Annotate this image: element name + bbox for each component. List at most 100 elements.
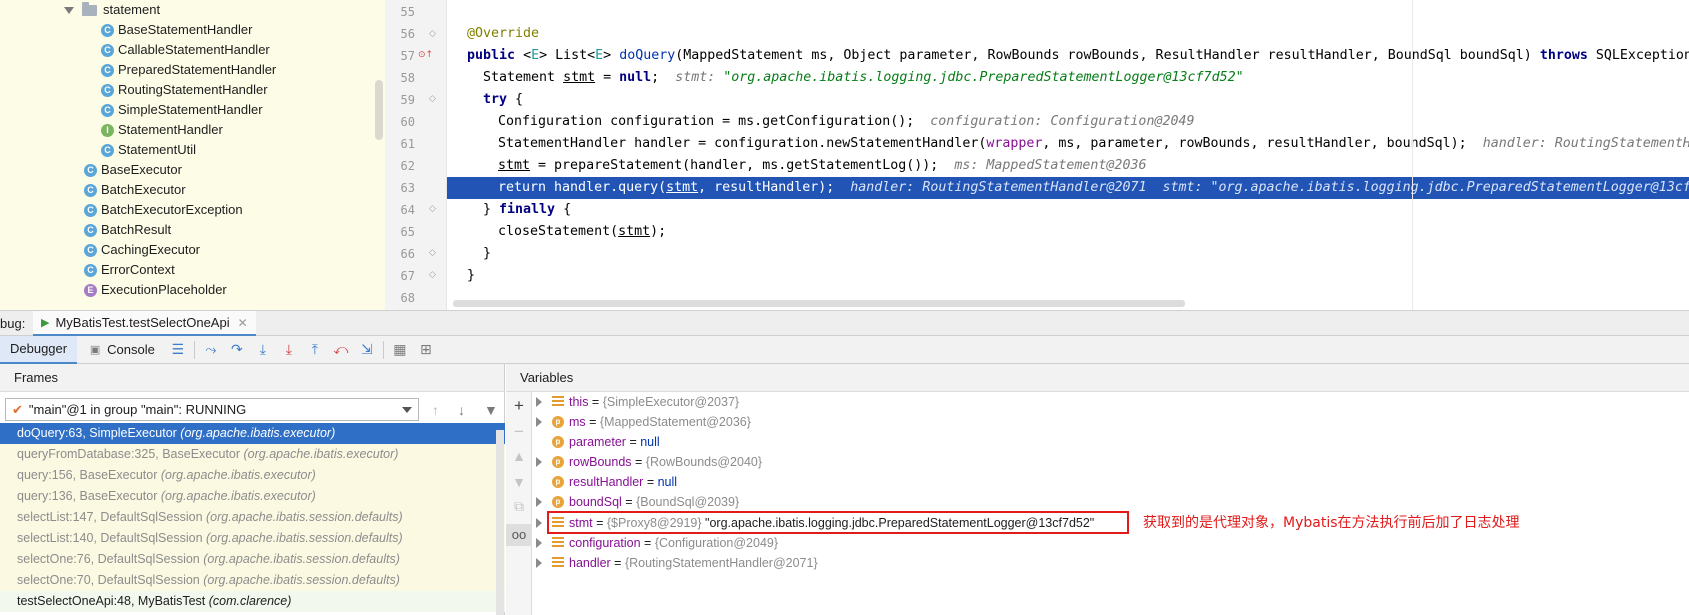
arrow-down-icon[interactable]: ▼	[506, 474, 532, 490]
tree-item[interactable]: C RoutingStatementHandler	[101, 80, 268, 100]
code-text: Configuration configuration = ms.getConf…	[498, 114, 915, 129]
expand-arrow-icon[interactable]	[536, 518, 542, 528]
variable-row[interactable]: p rowBounds = {RowBounds@2040}	[532, 452, 762, 472]
glasses-icon[interactable]: oo	[506, 524, 532, 546]
remove-watch-icon[interactable]: −	[506, 422, 532, 442]
tree-item[interactable]: C BatchExecutor	[84, 180, 186, 200]
variable-name: boundSql	[569, 495, 622, 509]
fold-icon[interactable]: ◇	[429, 248, 436, 258]
tree-item[interactable]: E ExecutionPlaceholder	[84, 280, 227, 300]
expand-arrow-icon[interactable]	[64, 6, 74, 14]
fold-icon[interactable]: ◇	[429, 204, 436, 214]
force-step-into-icon[interactable]: ⤓	[276, 339, 302, 361]
run-config-tab[interactable]: ▶ MyBatisTest.testSelectOneApi ✕	[33, 311, 256, 336]
variable-row[interactable]: p resultHandler = null	[532, 472, 677, 492]
variable-row[interactable]: p ms = {MappedStatement@2036}	[532, 412, 751, 432]
tree-item[interactable]: C ErrorContext	[84, 260, 175, 280]
expand-arrow-icon[interactable]	[536, 538, 542, 548]
tree-item[interactable]: C BatchExecutorException	[84, 200, 243, 220]
tree-item[interactable]: C BaseStatementHandler	[101, 20, 252, 40]
tree-scrollbar[interactable]	[375, 80, 383, 140]
tree-item[interactable]: C PreparedStatementHandler	[101, 60, 276, 80]
variable-value: null	[640, 435, 660, 449]
code-line-64: } finally {	[447, 199, 1689, 221]
frame-row[interactable]: query:136, BaseExecutor (org.apache.ibat…	[0, 486, 505, 507]
tab-console[interactable]: ▣ Console	[77, 336, 165, 364]
tree-item[interactable]: I StatementHandler	[101, 120, 223, 140]
frame-row[interactable]: queryFromDatabase:325, BaseExecutor (org…	[0, 444, 505, 465]
tree-folder-statement[interactable]: statement	[64, 0, 160, 20]
line-number: 58	[400, 71, 415, 85]
expand-arrow-icon[interactable]	[536, 397, 542, 407]
tree-item-label: BaseStatementHandler	[118, 22, 253, 37]
line-number: 61	[400, 137, 415, 151]
show-execution-point-icon[interactable]: ⤳	[198, 339, 224, 361]
variable-row[interactable]: this = {SimpleExecutor@2037}	[532, 392, 739, 412]
inline-hint: configuration: Configuration@2049	[930, 114, 1195, 129]
fold-icon[interactable]: ◇	[429, 94, 436, 104]
tree-item[interactable]: C BatchResult	[84, 220, 171, 240]
tab-debugger[interactable]: Debugger	[0, 335, 78, 364]
frame-row[interactable]: testSelectOneApi:48, MyBatisTest (com.cl…	[0, 591, 505, 612]
editor-horizontal-scrollbar[interactable]	[453, 300, 1185, 307]
fold-icon[interactable]: ◇	[429, 29, 436, 39]
debug-tab-bar: bug: ▶ MyBatisTest.testSelectOneApi ✕	[0, 310, 1689, 336]
tree-item[interactable]: C CallableStatementHandler	[101, 40, 270, 60]
tree-item-label: BatchExecutor	[101, 182, 186, 197]
frame-row[interactable]: selectOne:70, DefaultSqlSession (org.apa…	[0, 570, 505, 591]
code-editor[interactable]: @Override public <E> List<E> doQuery(Map…	[447, 0, 1689, 310]
variable-row[interactable]: p boundSql = {BoundSql@2039}	[532, 492, 739, 512]
keyword: public	[467, 48, 516, 63]
variable-row[interactable]: p parameter = null	[532, 432, 660, 452]
step-out-icon[interactable]: ⤒	[302, 339, 328, 361]
expand-arrow-icon[interactable]	[536, 457, 542, 467]
arrow-up-icon[interactable]: ▲	[506, 448, 532, 464]
variable-value: {BoundSql@2039}	[636, 495, 740, 509]
frame-row[interactable]: selectList:147, DefaultSqlSession (org.a…	[0, 507, 505, 528]
variable-icon	[552, 396, 564, 408]
frame-row[interactable]: selectOne:76, DefaultSqlSession (org.apa…	[0, 549, 505, 570]
tree-item-label: RoutingStatementHandler	[118, 82, 268, 97]
step-into-icon[interactable]: ⤓	[250, 339, 276, 361]
override-marker-icon[interactable]: ⊙↑	[418, 50, 433, 60]
layout-menu-icon[interactable]: ☰	[165, 339, 191, 361]
frame-row[interactable]: selectList:140, DefaultSqlSession (org.a…	[0, 528, 505, 549]
drop-frame-icon[interactable]: ⤺	[328, 339, 354, 361]
method-name: doQuery	[619, 48, 676, 63]
type-param: E	[531, 48, 540, 63]
thread-dropdown[interactable]: ✔ "main"@1 in group "main": RUNNING	[5, 398, 419, 421]
tree-item[interactable]: C SimpleStatementHandler	[101, 100, 263, 120]
tree-item[interactable]: C BaseExecutor	[84, 160, 182, 180]
line-number: 67	[400, 269, 415, 283]
enum-icon: E	[84, 283, 97, 297]
tree-item-label: statement	[103, 2, 161, 17]
copy-icon[interactable]: ⧉	[506, 498, 532, 515]
variable-row[interactable]: configuration = {Configuration@2049}	[532, 533, 778, 553]
code-var: stmt	[618, 224, 651, 239]
tree-item[interactable]: C CachingExecutor	[84, 240, 200, 260]
arrow-up-icon[interactable]: ↑	[432, 402, 439, 418]
class-icon: C	[101, 63, 114, 77]
parameter-icon: p	[552, 456, 564, 468]
close-icon[interactable]: ✕	[238, 316, 248, 330]
filter-icon[interactable]: ▼	[484, 402, 498, 418]
tree-item[interactable]: C StatementUtil	[101, 140, 196, 160]
add-watch-icon[interactable]: +	[506, 396, 532, 416]
variable-name: configuration	[569, 536, 641, 550]
expand-arrow-icon[interactable]	[536, 497, 542, 507]
tree-item-label: CachingExecutor	[101, 242, 200, 257]
trace-icon[interactable]: ⊞	[413, 339, 439, 361]
code-text: SQLException {	[1595, 48, 1689, 63]
expand-arrow-icon[interactable]	[536, 417, 542, 427]
frame-row[interactable]: query:156, BaseExecutor (org.apache.ibat…	[0, 465, 505, 486]
frame-row[interactable]: doQuery:63, SimpleExecutor (org.apache.i…	[0, 423, 505, 444]
variable-row[interactable]: handler = {RoutingStatementHandler@2071}	[532, 553, 818, 573]
frames-scrollbar[interactable]	[496, 430, 504, 615]
run-config-label: MyBatisTest.testSelectOneApi	[55, 315, 230, 330]
fold-icon[interactable]: ◇	[429, 270, 436, 280]
run-to-cursor-icon[interactable]: ⇲	[354, 339, 380, 361]
step-over-icon[interactable]: ↷	[224, 339, 250, 361]
expand-arrow-icon[interactable]	[536, 558, 542, 568]
evaluate-expression-icon[interactable]: ▦	[387, 339, 413, 361]
arrow-down-icon[interactable]: ↓	[458, 402, 465, 418]
